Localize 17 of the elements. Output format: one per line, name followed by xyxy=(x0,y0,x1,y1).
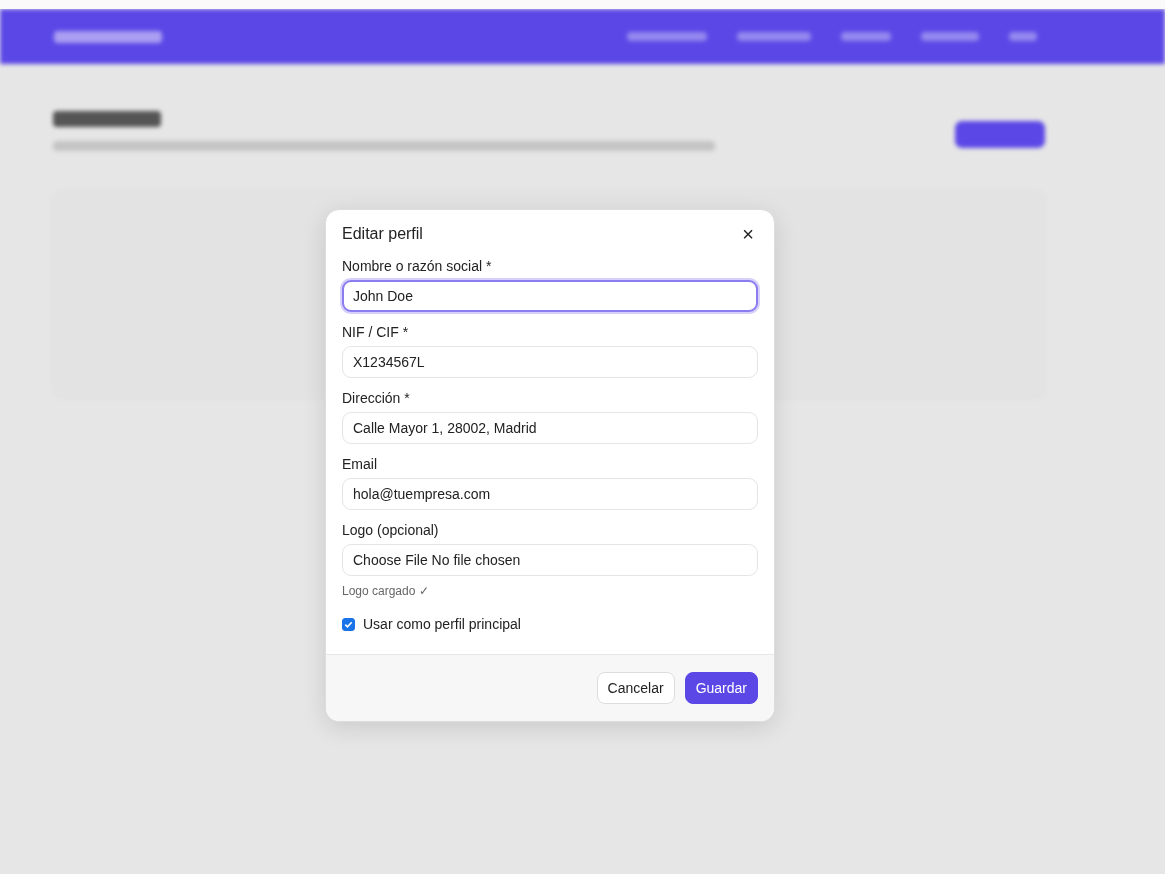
close-button[interactable]: × xyxy=(738,224,758,244)
input-field[interactable]: Choose File No file chosen xyxy=(342,544,758,576)
checkbox[interactable] xyxy=(342,617,355,631)
field-label: NIF / CIF * xyxy=(342,324,410,340)
cancel-button[interactable]: Cancelar xyxy=(596,672,675,704)
logo-status-note: Logo cargado ✓ xyxy=(342,584,430,598)
input-field[interactable]: hola@tuempresa.com xyxy=(342,478,758,510)
field-label: Dirección * xyxy=(342,390,411,406)
input-field[interactable]: X1234567L xyxy=(342,346,758,378)
field-label: Nombre o razón social * xyxy=(342,258,493,274)
dialog-title: Editar perfil xyxy=(342,225,423,243)
checkbox-label: Usar como perfil principal xyxy=(363,616,521,632)
field-label: Logo (opcional) xyxy=(342,522,440,538)
input-field[interactable]: Calle Mayor 1, 28002, Madrid xyxy=(342,412,758,444)
input-field[interactable]: John Doe xyxy=(342,280,758,312)
save-button[interactable]: Guardar xyxy=(684,672,758,704)
field-label: Email xyxy=(342,456,378,472)
